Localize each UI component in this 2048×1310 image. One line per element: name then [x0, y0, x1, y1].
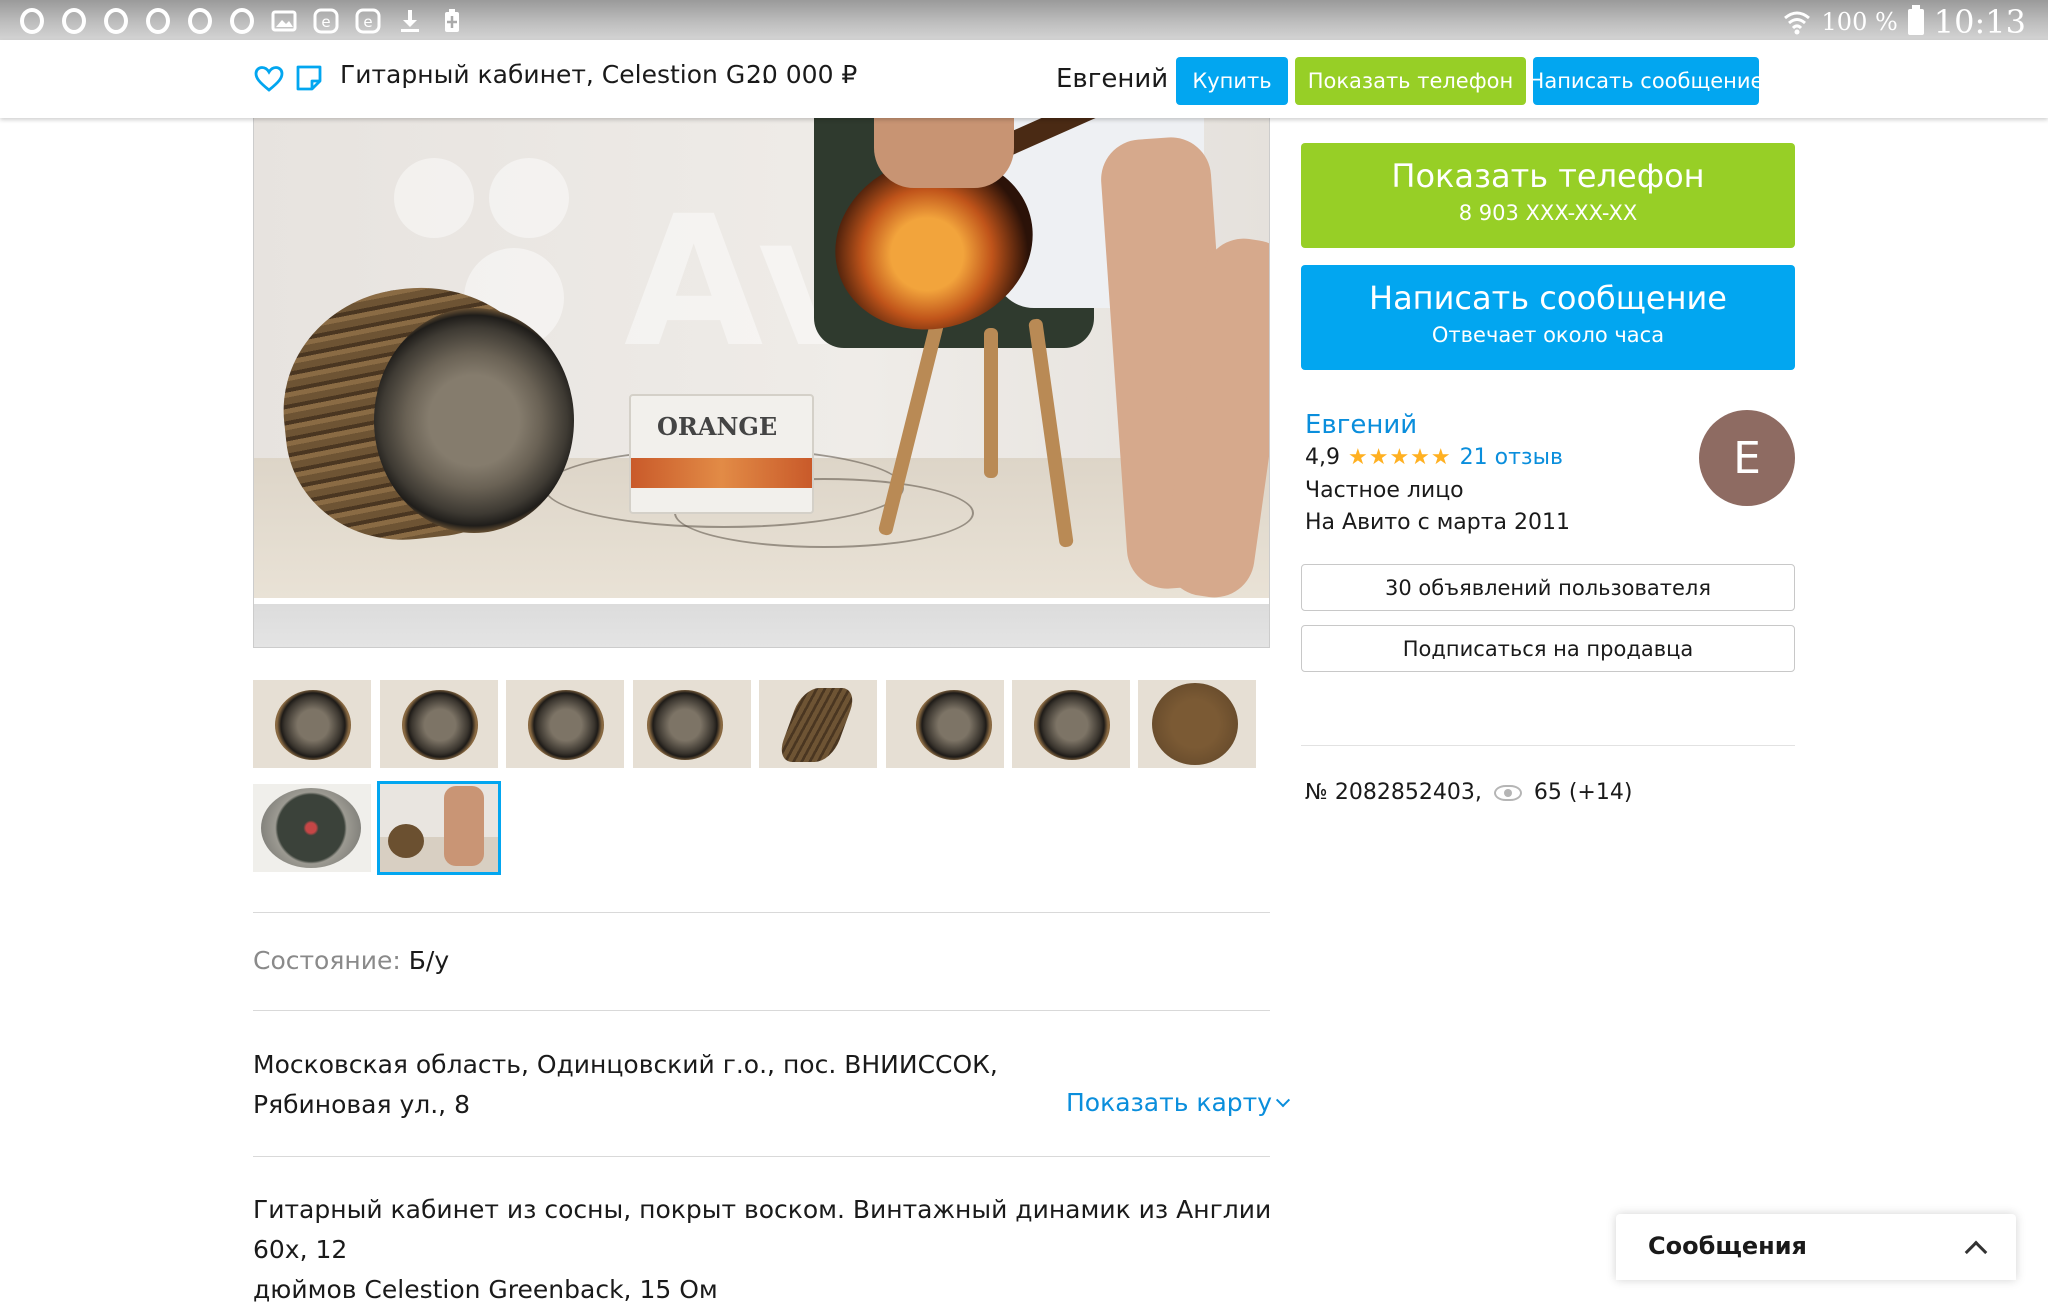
header-write-message-button[interactable]: Написать сообщение [1529, 57, 1763, 105]
chevron-up-icon[interactable] [1964, 1240, 1988, 1264]
battery-percent: 100 % [1821, 8, 1898, 36]
header-show-phone-button[interactable]: Показать телефон [1295, 57, 1526, 105]
show-map-label: Показать карту [1066, 1088, 1273, 1117]
avatar[interactable]: Е [1699, 410, 1795, 506]
listing-price: 20 000 ₽ [746, 60, 858, 89]
thumbnail[interactable] [1138, 680, 1256, 768]
eye-icon [1493, 784, 1522, 801]
thumbnail[interactable] [1012, 680, 1130, 768]
write-message-label: Написать сообщение [1369, 279, 1727, 317]
write-message-button[interactable]: Написать сообщение Отвечает около часа [1301, 265, 1795, 370]
battery-icon [1907, 5, 1924, 35]
main-photo[interactable]: Av ORANGE [253, 118, 1270, 648]
subscribe-seller-button[interactable]: Подписаться на продавца [1301, 625, 1795, 672]
response-time: Отвечает около часа [1431, 323, 1665, 347]
show-phone-label: Показать телефон [1391, 157, 1705, 195]
rating-value: 4,9 [1305, 445, 1340, 470]
divider [253, 912, 1270, 913]
chevron-down-icon [1275, 1092, 1291, 1107]
description: Гитарный кабинет из сосны, покрыт воском… [253, 1190, 1283, 1310]
thumbnail[interactable] [253, 680, 371, 768]
condition-label: Состояние: [253, 946, 401, 975]
seller-rating: 4,9 ★★★★★ 21 отзыв [1305, 445, 1563, 470]
seller-ads-button[interactable]: 30 объявлений пользователя [1301, 564, 1795, 611]
svg-text:e: e [363, 13, 372, 31]
divider [253, 1156, 1270, 1157]
reviews-link[interactable]: 21 отзыв [1460, 445, 1563, 470]
seller-type: Частное лицо [1305, 478, 1464, 503]
opera-icon [60, 7, 87, 34]
thumbnail[interactable] [506, 680, 624, 768]
header-seller-name[interactable]: Евгений [1056, 64, 1168, 94]
thumbnail[interactable] [253, 784, 371, 872]
messages-title: Сообщения [1648, 1232, 1807, 1260]
thumbnail[interactable] [380, 680, 498, 768]
description-line: дюймов Celestion Greenback, 15 Ом [253, 1275, 718, 1304]
notification-icons: e e [18, 7, 465, 34]
rating-stars-icon: ★★★★★ [1348, 445, 1452, 470]
opera-icon [228, 7, 255, 34]
thumbnail[interactable] [633, 680, 751, 768]
download-icon [396, 7, 423, 34]
divider [253, 1010, 1270, 1011]
status-bar: e e 100 % 10:13 [0, 0, 2048, 41]
thumbnail-selected[interactable] [377, 781, 501, 875]
condition-value: Б/у [408, 946, 450, 975]
buy-button[interactable]: Купить [1176, 57, 1288, 105]
favorite-heart-icon[interactable] [254, 64, 284, 94]
svg-text:e: e [321, 13, 330, 31]
thumbnail[interactable] [886, 680, 1004, 768]
opera-icon [186, 7, 213, 34]
description-line: Гитарный кабинет из сосны, покрыт воском… [253, 1195, 1272, 1264]
clock: 10:13 [1933, 3, 2026, 41]
thumbnail[interactable] [759, 680, 877, 768]
listing-meta: № 2082852403, 65 (+14) [1305, 780, 1632, 805]
address: Московская область, Одинцовский г.о., по… [253, 1045, 1053, 1125]
wifi-icon [1783, 11, 1810, 35]
e-icon: e [354, 7, 381, 34]
listing-title: Гитарный кабинет, Celestion G... [340, 60, 770, 89]
gallery-icon [270, 7, 297, 34]
address-line: Рябиновая ул., 8 [253, 1090, 470, 1119]
ad-number: № 2082852403, [1305, 780, 1482, 805]
address-line: Московская область, Одинцовский г.о., по… [253, 1050, 998, 1079]
opera-icon [18, 7, 45, 34]
seller-name-link[interactable]: Евгений [1305, 410, 1417, 440]
amp-brand-label: ORANGE [657, 412, 778, 441]
views-count: 65 (+14) [1533, 780, 1633, 805]
note-icon[interactable] [295, 64, 323, 92]
show-phone-button[interactable]: Показать телефон 8 903 XXX-XX-XX [1301, 143, 1795, 248]
battery-saver-icon [438, 7, 465, 34]
show-map-link[interactable]: Показать карту [1066, 1088, 1291, 1117]
e-icon: e [312, 7, 339, 34]
divider [1301, 745, 1795, 746]
status-right: 100 % 10:13 [1782, 3, 2026, 41]
condition: Состояние: Б/у [253, 946, 449, 975]
phone-number-masked: 8 903 XXX-XX-XX [1458, 201, 1638, 225]
opera-icon [102, 7, 129, 34]
sticky-header: Гитарный кабинет, Celestion G... 20 000 … [0, 40, 2048, 118]
seller-since: На Авито с марта 2011 [1305, 510, 1571, 535]
messages-widget[interactable]: Сообщения [1616, 1214, 2016, 1280]
opera-icon [144, 7, 171, 34]
